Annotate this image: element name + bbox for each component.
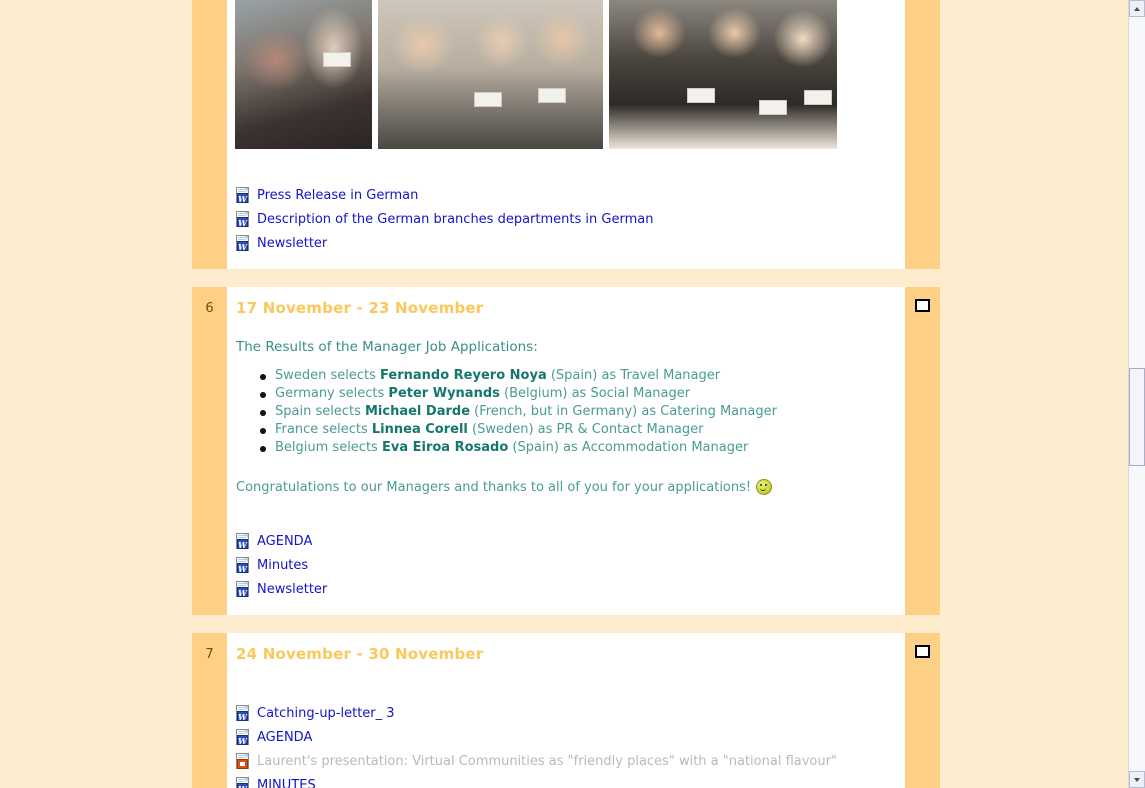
congratulations-label: Congratulations to our Managers and than… xyxy=(236,479,752,495)
result-pre: Spain selects xyxy=(275,404,365,419)
week-intro-text: The Results of the Manager Job Applicati… xyxy=(236,339,538,355)
week-checkbox-cell-6 xyxy=(905,287,940,615)
smiley-face-icon xyxy=(756,479,773,495)
event-photo-3 xyxy=(609,0,837,149)
result-pre: France selects xyxy=(275,422,372,437)
word-document-icon: W xyxy=(236,211,251,228)
week-title-6: 17 November - 23 November xyxy=(236,299,484,317)
week-content-6: 17 November - 23 November The Results of… xyxy=(227,287,905,615)
week-content-7: 24 November - 30 November W Catching-up-… xyxy=(227,633,905,788)
word-document-icon: W xyxy=(236,235,251,252)
file-link[interactable]: Newsletter xyxy=(257,582,327,597)
word-document-icon: W xyxy=(236,729,251,746)
week-content: W Press Release in German W Description … xyxy=(227,0,905,269)
word-document-icon: W xyxy=(236,581,251,598)
result-pre: Sweden selects xyxy=(275,368,381,383)
week-title-7: 24 November - 30 November xyxy=(236,645,484,663)
file-row[interactable]: W Description of the German branches dep… xyxy=(236,207,905,231)
result-pre: Belgium selects xyxy=(275,440,382,455)
manager-name: Michael Darde xyxy=(364,404,471,419)
file-list-7: W Catching-up-letter_ 3 W AGENDA Laurent… xyxy=(235,701,905,788)
week-number-7: 7 xyxy=(192,633,227,788)
result-post: (French, but in Germany) as Catering Man… xyxy=(470,404,777,419)
congratulations-text: Congratulations to our Managers and than… xyxy=(236,479,905,495)
file-list: W Press Release in German W Description … xyxy=(235,183,905,255)
file-link-disabled: Laurent's presentation: Virtual Communit… xyxy=(257,753,837,769)
scrollbar-track-upper[interactable] xyxy=(1129,17,1145,368)
list-item: Germany selects Peter Wynands (Belgium) … xyxy=(260,385,905,403)
file-row[interactable]: W AGENDA xyxy=(236,725,905,749)
file-row: Laurent's presentation: Virtual Communit… xyxy=(236,749,905,773)
manager-name: Fernando Reyero Noya xyxy=(380,368,547,383)
word-document-icon: W xyxy=(236,777,251,788)
list-item: Belgium selects Eva Eiroa Rosado (Spain)… xyxy=(260,439,905,457)
powerpoint-document-icon xyxy=(236,753,251,769)
manager-results-list: Sweden selects Fernando Reyero Noya (Spa… xyxy=(235,367,905,457)
week-section: W Press Release in German W Description … xyxy=(192,0,940,269)
word-document-icon: W xyxy=(236,187,251,204)
result-post: (Sweden) as PR & Contact Manager xyxy=(467,422,704,437)
file-link[interactable]: Description of the German branches depar… xyxy=(257,212,653,227)
vertical-scrollbar[interactable] xyxy=(1128,0,1145,788)
word-document-icon: W xyxy=(236,557,251,574)
manager-name: Eva Eiroa Rosado xyxy=(381,440,509,455)
file-link[interactable]: Catching-up-letter_ 3 xyxy=(257,706,395,721)
week-section-6: 6 17 November - 23 November The Results … xyxy=(192,287,940,615)
week-checkbox-cell xyxy=(905,0,940,269)
list-item: Sweden selects Fernando Reyero Noya (Spa… xyxy=(260,367,905,385)
file-link[interactable]: AGENDA xyxy=(257,730,312,745)
result-pre: Germany selects xyxy=(275,386,389,401)
photo-gallery xyxy=(235,0,905,149)
result-post: (Spain) as Travel Manager xyxy=(546,368,721,383)
file-row[interactable]: W Catching-up-letter_ 3 xyxy=(236,701,905,725)
result-post: (Belgium) as Social Manager xyxy=(499,386,691,401)
scrollbar-up-button[interactable] xyxy=(1129,0,1145,17)
manager-name: Peter Wynands xyxy=(388,386,500,401)
event-photo-1 xyxy=(235,0,372,149)
event-photo-2 xyxy=(378,0,603,149)
week-number xyxy=(192,0,227,269)
file-row[interactable]: W Press Release in German xyxy=(236,183,905,207)
word-document-icon: W xyxy=(236,533,251,550)
file-link[interactable]: Press Release in German xyxy=(257,188,418,203)
file-link[interactable]: Newsletter xyxy=(257,236,327,251)
file-row[interactable]: W Minutes xyxy=(236,553,905,577)
file-row[interactable]: W Newsletter xyxy=(236,231,905,255)
scrollbar-down-button[interactable] xyxy=(1129,771,1145,788)
file-row[interactable]: W Newsletter xyxy=(236,577,905,601)
chevron-up-icon xyxy=(1134,6,1140,11)
week-checkbox-cell-7 xyxy=(905,633,940,788)
scrollbar-thumb[interactable] xyxy=(1129,368,1145,466)
manager-name: Linnea Corell xyxy=(371,422,468,437)
file-row[interactable]: W MINUTES xyxy=(236,773,905,788)
week-checkbox-7[interactable] xyxy=(915,645,930,658)
file-link[interactable]: MINUTES xyxy=(257,778,316,788)
file-link[interactable]: AGENDA xyxy=(257,534,312,549)
list-item: France selects Linnea Corell (Sweden) as… xyxy=(260,421,905,439)
section-divider xyxy=(0,615,1128,633)
week-section-7: 7 24 November - 30 November W Catching-u… xyxy=(192,633,940,788)
page-scroll-area: W Press Release in German W Description … xyxy=(0,0,1128,788)
file-link[interactable]: Minutes xyxy=(257,558,308,573)
week-checkbox-6[interactable] xyxy=(915,299,930,312)
result-post: (Spain) as Accommodation Manager xyxy=(508,440,749,455)
scrollbar-track-lower[interactable] xyxy=(1129,466,1145,771)
file-list-6: W AGENDA W Minutes W Newsletter xyxy=(235,529,905,601)
section-divider xyxy=(0,269,1128,287)
chevron-down-icon xyxy=(1134,777,1140,782)
word-document-icon: W xyxy=(236,705,251,722)
file-row[interactable]: W AGENDA xyxy=(236,529,905,553)
list-item: Spain selects Michael Darde (French, but… xyxy=(260,403,905,421)
week-number-6: 6 xyxy=(192,287,227,615)
